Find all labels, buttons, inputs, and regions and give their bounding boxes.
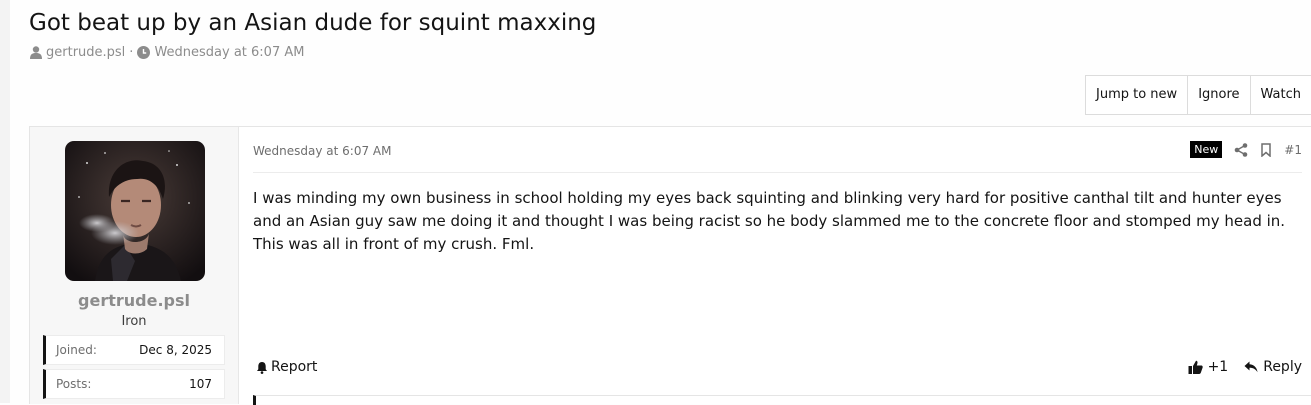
reply-arrow-icon — [1244, 361, 1258, 373]
like-button[interactable]: +1 — [1188, 359, 1229, 375]
post-number-link[interactable]: #1 — [1284, 143, 1302, 157]
user-stat-joined: Joined: Dec 8, 2025 — [43, 335, 225, 365]
share-icon[interactable] — [1234, 142, 1248, 157]
bookmark-icon[interactable] — [1260, 142, 1272, 157]
thumbs-up-icon — [1188, 360, 1203, 374]
quick-reply-editor[interactable] — [253, 395, 1311, 405]
page-left-rail — [0, 0, 10, 403]
post-user-panel: gertrude.psl Iron Joined: Dec 8, 2025 Po… — [30, 127, 239, 404]
post-footer-actions: +1 Reply — [1188, 359, 1302, 375]
report-label: Report — [271, 359, 318, 375]
jump-to-new-button[interactable]: Jump to new — [1086, 76, 1189, 114]
reply-label: Reply — [1263, 359, 1302, 375]
reaction-count: +1 — [1207, 359, 1229, 375]
post: gertrude.psl Iron Joined: Dec 8, 2025 Po… — [29, 126, 1311, 405]
user-stat-posts: Posts: 107 — [43, 369, 225, 399]
post-message: Wednesday at 6:07 AM New #1 I was mindin… — [253, 127, 1311, 405]
thread-title: Got beat up by an Asian dude for squint … — [29, 10, 597, 36]
report-button[interactable]: Report — [256, 359, 317, 375]
stat-label: Posts: — [56, 377, 92, 391]
post-actions: New #1 — [1190, 141, 1302, 158]
new-badge: New — [1190, 141, 1223, 158]
user-title: Iron — [121, 314, 147, 329]
stat-value: Dec 8, 2025 — [139, 343, 212, 357]
stat-value: 107 — [189, 377, 212, 391]
stat-label: Joined: — [56, 343, 97, 357]
thread-date-link[interactable]: Wednesday at 6:07 AM — [154, 45, 304, 60]
meta-separator: · — [129, 45, 134, 60]
message-divider — [253, 172, 1302, 173]
ignore-button[interactable]: Ignore — [1188, 76, 1251, 114]
thread-meta: gertrude.psl · Wednesday at 6:07 AM — [30, 45, 304, 60]
reply-button[interactable]: Reply — [1244, 359, 1302, 375]
bell-icon — [257, 361, 267, 374]
thread-toolbar: Jump to new Ignore Watch — [1085, 75, 1311, 115]
watch-button[interactable]: Watch — [1251, 76, 1311, 114]
avatar[interactable] — [65, 141, 205, 281]
post-date-link[interactable]: Wednesday at 6:07 AM — [253, 144, 392, 158]
thread-author-link[interactable]: gertrude.psl — [46, 45, 125, 60]
clock-icon — [137, 46, 151, 59]
post-body: I was minding my own business in school … — [253, 189, 1286, 253]
post-username[interactable]: gertrude.psl — [30, 291, 238, 310]
user-icon — [30, 46, 42, 59]
